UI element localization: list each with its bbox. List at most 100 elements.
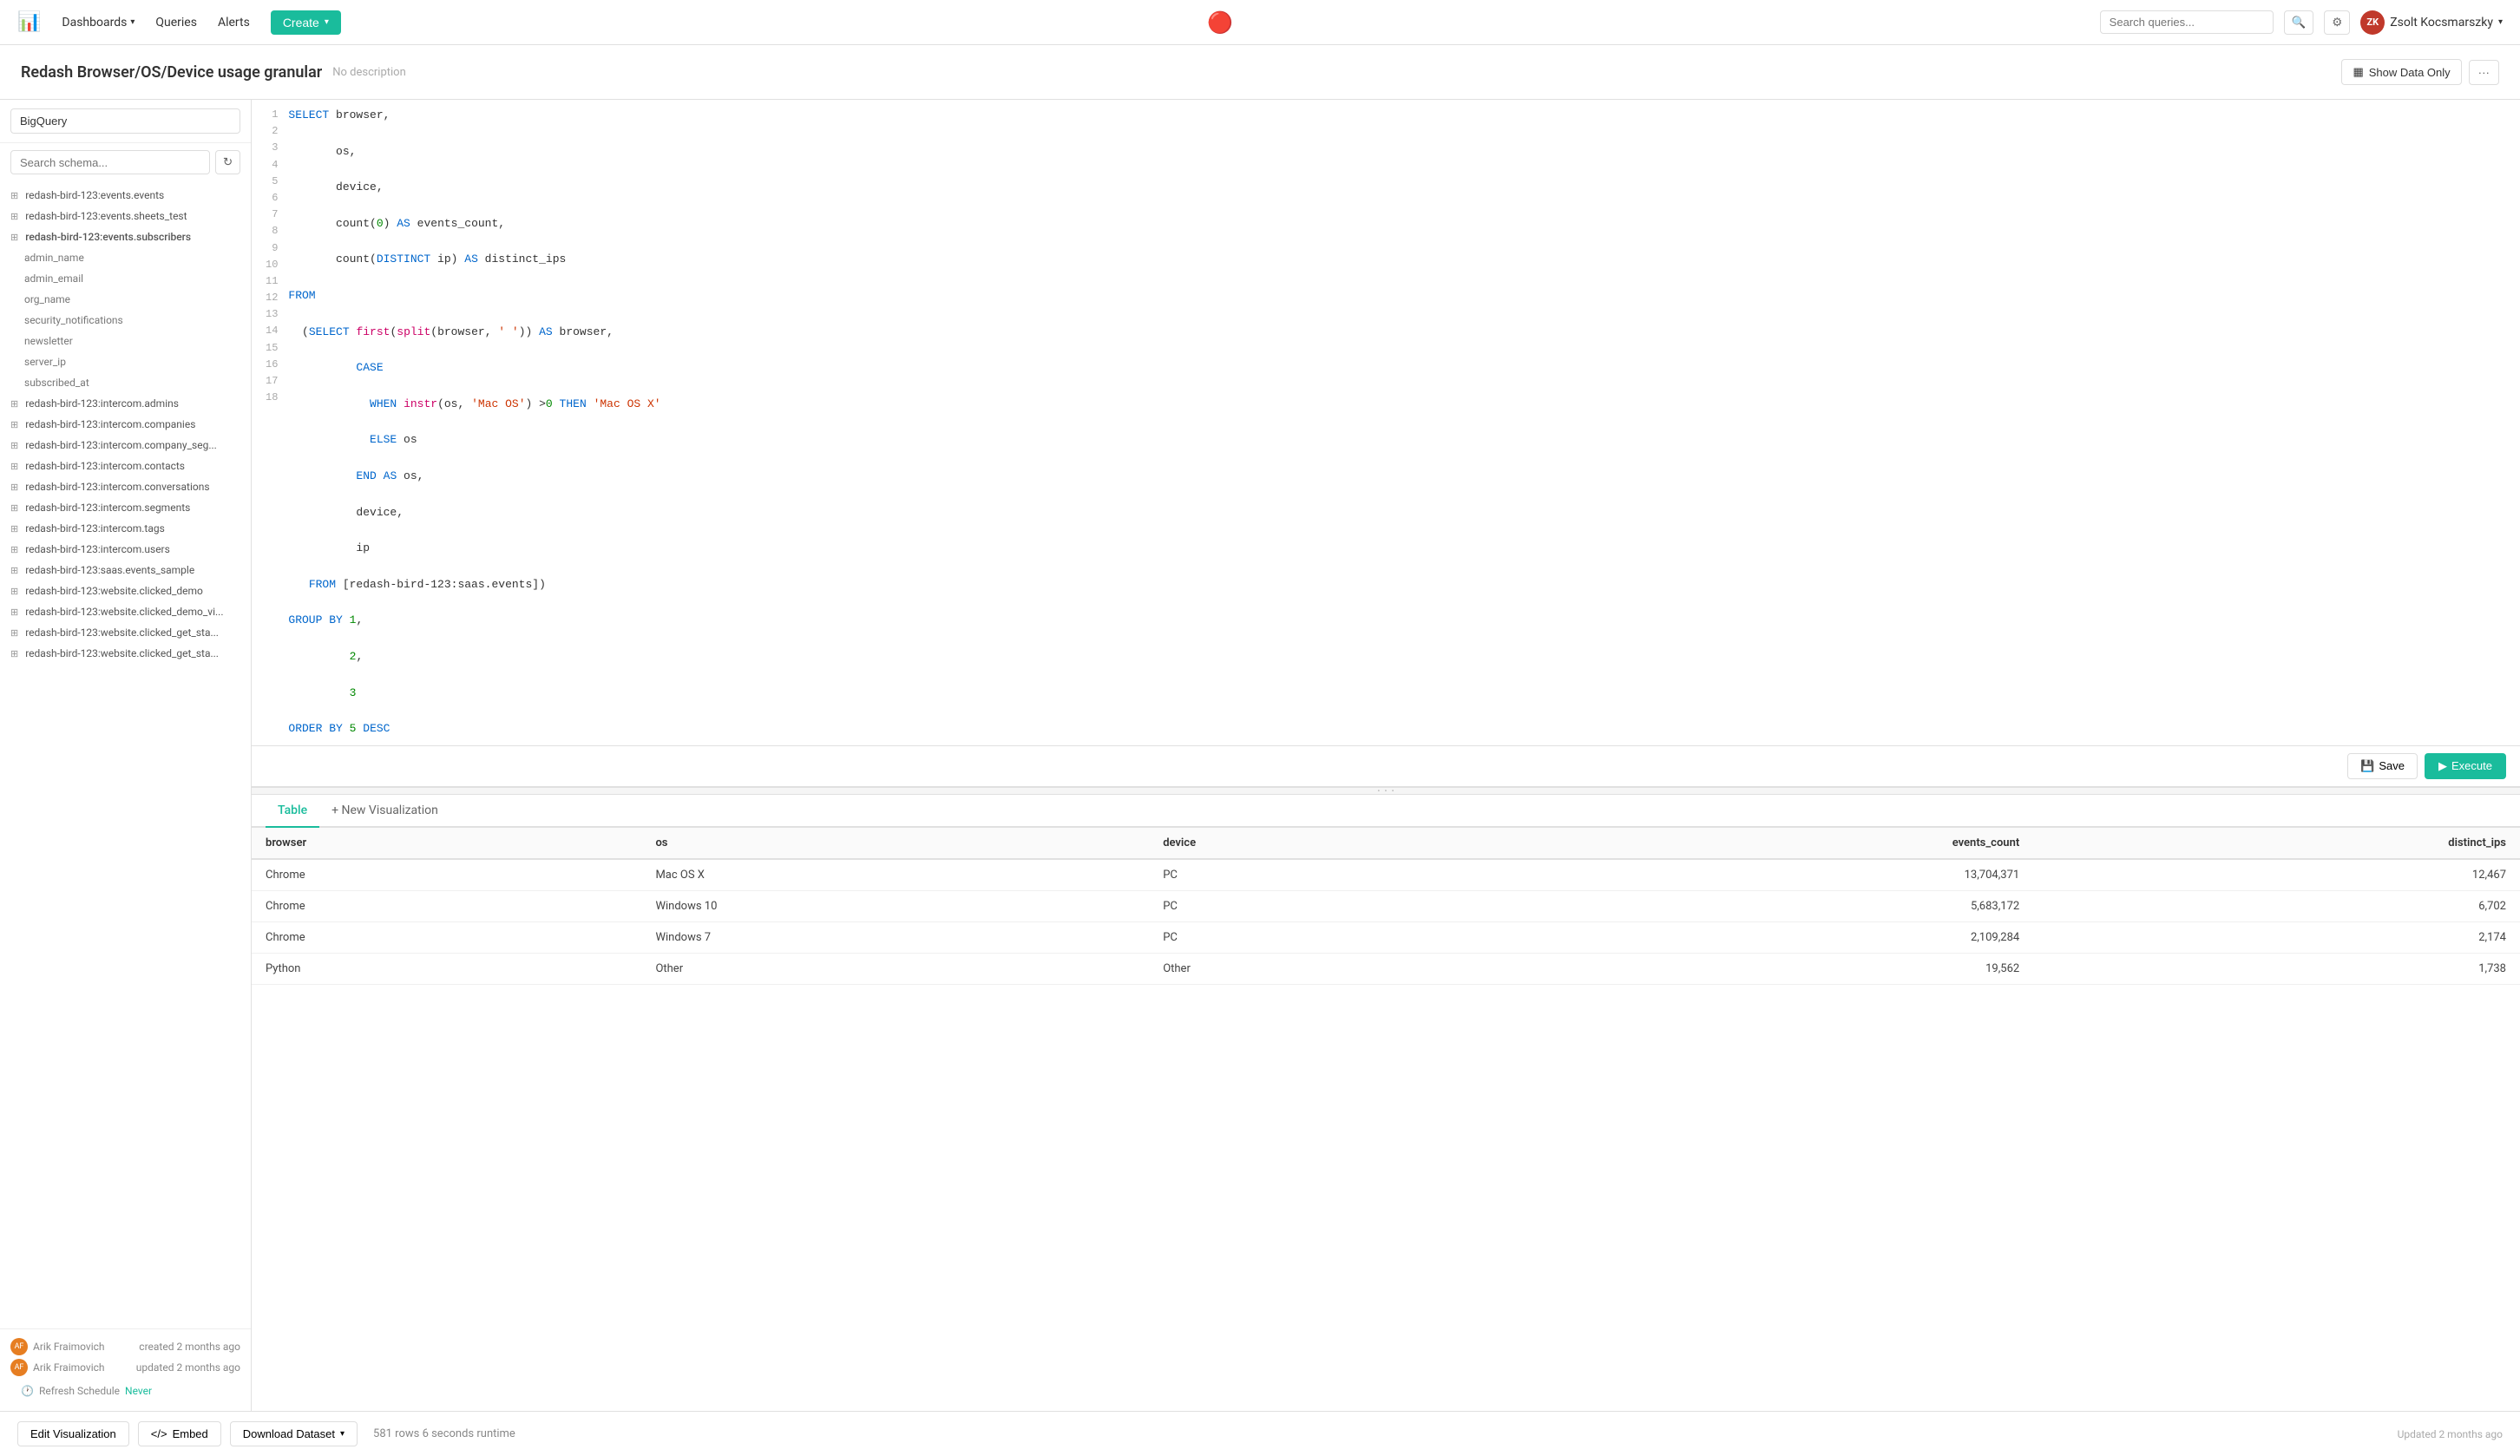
nav-alerts[interactable]: Alerts <box>218 16 250 30</box>
execute-label: Execute <box>2451 759 2492 772</box>
updated-at: updated 2 months ago <box>136 1361 240 1374</box>
schema-child-subscribed-at[interactable]: subscribed_at <box>0 372 251 393</box>
schema-search-input[interactable] <box>10 150 210 174</box>
schema-item-label: redash-bird-123:website.clicked_demo <box>25 585 203 597</box>
user-menu[interactable]: ZK Zsolt Kocsmarszky ▾ <box>2360 10 2503 35</box>
schema-item-intercom-conversations[interactable]: ⊞ redash-bird-123:intercom.conversations <box>0 476 251 497</box>
code-editor[interactable]: 12345 678910 1112131415 161718 SELECT br… <box>252 100 2520 746</box>
cell-os: Mac OS X <box>641 859 1149 891</box>
table-row: PythonOtherOther19,5621,738 <box>252 953 2520 984</box>
refresh-schedule[interactable]: 🕐 Refresh Schedule Never <box>10 1380 240 1402</box>
refresh-label: Refresh Schedule <box>39 1385 120 1397</box>
main-content: BigQuery ↻ ⊞ redash-bird-123:events.even… <box>0 100 2520 1411</box>
table-icon: ⊞ <box>10 398 18 410</box>
sidebar-footer: AF Arik Fraimovich created 2 months ago … <box>0 1328 251 1411</box>
creator-avatar: AF <box>10 1338 28 1355</box>
more-options-button[interactable]: ··· <box>2469 60 2499 85</box>
cell-device: PC <box>1149 859 1493 891</box>
tab-new-visualization[interactable]: + New Visualization <box>319 795 450 826</box>
schema-item-intercom-users[interactable]: ⊞ redash-bird-123:intercom.users <box>0 539 251 560</box>
cell-distinct_ips: 2,174 <box>2033 921 2520 953</box>
search-button[interactable]: 🔍 <box>2284 10 2314 35</box>
col-events-count[interactable]: events_count <box>1493 828 2033 859</box>
refresh-schema-button[interactable]: ↻ <box>215 150 240 174</box>
code-text[interactable]: SELECT browser, os, device, count(0) AS … <box>288 107 2520 738</box>
cell-distinct_ips: 1,738 <box>2033 953 2520 984</box>
redash-logo: 🔴 <box>1207 10 1233 35</box>
created-by: AF Arik Fraimovich <box>10 1338 105 1355</box>
nav-center: 🔴 <box>362 10 2079 35</box>
page-description: No description <box>332 66 406 79</box>
chevron-down-icon: ▾ <box>340 1429 345 1439</box>
schema-child-newsletter[interactable]: newsletter <box>0 331 251 351</box>
schema-child-security[interactable]: security_notifications <box>0 310 251 331</box>
embed-button[interactable]: </> Embed <box>138 1421 221 1446</box>
sidebar: BigQuery ↻ ⊞ redash-bird-123:events.even… <box>0 100 252 1411</box>
schema-item-events-sheets[interactable]: ⊞ redash-bird-123:events.sheets_test <box>0 206 251 226</box>
schema-item-website-clicked-get-sta1[interactable]: ⊞ redash-bird-123:website.clicked_get_st… <box>0 622 251 643</box>
execute-button[interactable]: ▶ Execute <box>2425 753 2506 779</box>
cell-events_count: 19,562 <box>1493 953 2033 984</box>
schema-item-intercom-companies[interactable]: ⊞ redash-bird-123:intercom.companies <box>0 414 251 435</box>
settings-icon[interactable]: ⚙ <box>2324 10 2350 35</box>
updated-by: AF Arik Fraimovich <box>10 1359 105 1376</box>
query-stats: 581 rows 6 seconds runtime <box>373 1427 515 1440</box>
schema-item-label: redash-bird-123:intercom.company_seg... <box>25 439 217 451</box>
table-icon: ⊞ <box>10 440 18 451</box>
dashboards-label[interactable]: Dashboards <box>62 16 127 30</box>
cell-device: Other <box>1149 953 1493 984</box>
download-dataset-button[interactable]: Download Dataset ▾ <box>230 1421 358 1446</box>
schema-item-label: redash-bird-123:intercom.tags <box>25 522 165 535</box>
datasource-select[interactable]: BigQuery <box>10 108 240 134</box>
chevron-down-icon: ▾ <box>325 17 329 27</box>
schema-item-intercom-admins[interactable]: ⊞ redash-bird-123:intercom.admins <box>0 393 251 414</box>
table-icon: ⊞ <box>10 232 18 243</box>
schema-item-label: redash-bird-123:events.sheets_test <box>25 210 187 222</box>
col-distinct-ips[interactable]: distinct_ips <box>2033 828 2520 859</box>
col-browser[interactable]: browser <box>252 828 641 859</box>
tab-table[interactable]: Table <box>266 795 319 828</box>
schema-item-website-clicked-get-sta2[interactable]: ⊞ redash-bird-123:website.clicked_get_st… <box>0 643 251 664</box>
nav-right: 🔍 ⚙ ZK Zsolt Kocsmarszky ▾ <box>2100 10 2503 35</box>
search-input[interactable] <box>2100 10 2274 34</box>
schema-child-org-name[interactable]: org_name <box>0 289 251 310</box>
never-link[interactable]: Never <box>125 1385 152 1397</box>
table-icon: ⊞ <box>10 586 18 597</box>
save-label: Save <box>2379 759 2405 772</box>
schema-item-events-subscribers[interactable]: ⊞ redash-bird-123:events.subscribers <box>0 226 251 247</box>
updater-avatar: AF <box>10 1359 28 1376</box>
embed-label: Embed <box>173 1427 208 1440</box>
schema-item-intercom-company-seg[interactable]: ⊞ redash-bird-123:intercom.company_seg..… <box>0 435 251 456</box>
schema-item-intercom-segments[interactable]: ⊞ redash-bird-123:intercom.segments <box>0 497 251 518</box>
chevron-down-icon: ▾ <box>2498 17 2503 27</box>
schema-item-events-events[interactable]: ⊞ redash-bird-123:events.events <box>0 185 251 206</box>
logo-icon: 📊 <box>17 11 41 33</box>
col-os[interactable]: os <box>641 828 1149 859</box>
table-row: ChromeWindows 10PC5,683,1726,702 <box>252 890 2520 921</box>
col-device[interactable]: device <box>1149 828 1493 859</box>
schema-item-website-clicked-demo-vi[interactable]: ⊞ redash-bird-123:website.clicked_demo_v… <box>0 601 251 622</box>
nav-dashboards[interactable]: Dashboards ▾ <box>62 16 135 30</box>
create-button[interactable]: Create ▾ <box>271 10 341 35</box>
cell-distinct_ips: 12,467 <box>2033 859 2520 891</box>
save-button[interactable]: 💾 Save <box>2347 753 2418 779</box>
show-data-only-button[interactable]: ▦ Show Data Only <box>2341 59 2461 85</box>
schema-list: ⊞ redash-bird-123:events.events ⊞ redash… <box>0 181 251 1328</box>
chevron-down-icon: ▾ <box>130 17 135 27</box>
nav-queries[interactable]: Queries <box>155 16 197 30</box>
schema-item-intercom-contacts[interactable]: ⊞ redash-bird-123:intercom.contacts <box>0 456 251 476</box>
created-at: created 2 months ago <box>139 1341 240 1353</box>
schema-item-website-clicked-demo[interactable]: ⊞ redash-bird-123:website.clicked_demo <box>0 580 251 601</box>
table-icon: ⊞ <box>10 190 18 201</box>
schema-child-admin-name[interactable]: admin_name <box>0 247 251 268</box>
resize-handle[interactable]: · · · <box>252 788 2520 795</box>
schema-item-saas-events[interactable]: ⊞ redash-bird-123:saas.events_sample <box>0 560 251 580</box>
cell-os: Windows 10 <box>641 890 1149 921</box>
cell-events_count: 5,683,172 <box>1493 890 2033 921</box>
schema-item-intercom-tags[interactable]: ⊞ redash-bird-123:intercom.tags <box>0 518 251 539</box>
schema-child-admin-email[interactable]: admin_email <box>0 268 251 289</box>
schema-child-server-ip[interactable]: server_ip <box>0 351 251 372</box>
page-actions: ▦ Show Data Only ··· <box>2341 59 2499 85</box>
cell-device: PC <box>1149 921 1493 953</box>
edit-visualization-button[interactable]: Edit Visualization <box>17 1421 129 1446</box>
